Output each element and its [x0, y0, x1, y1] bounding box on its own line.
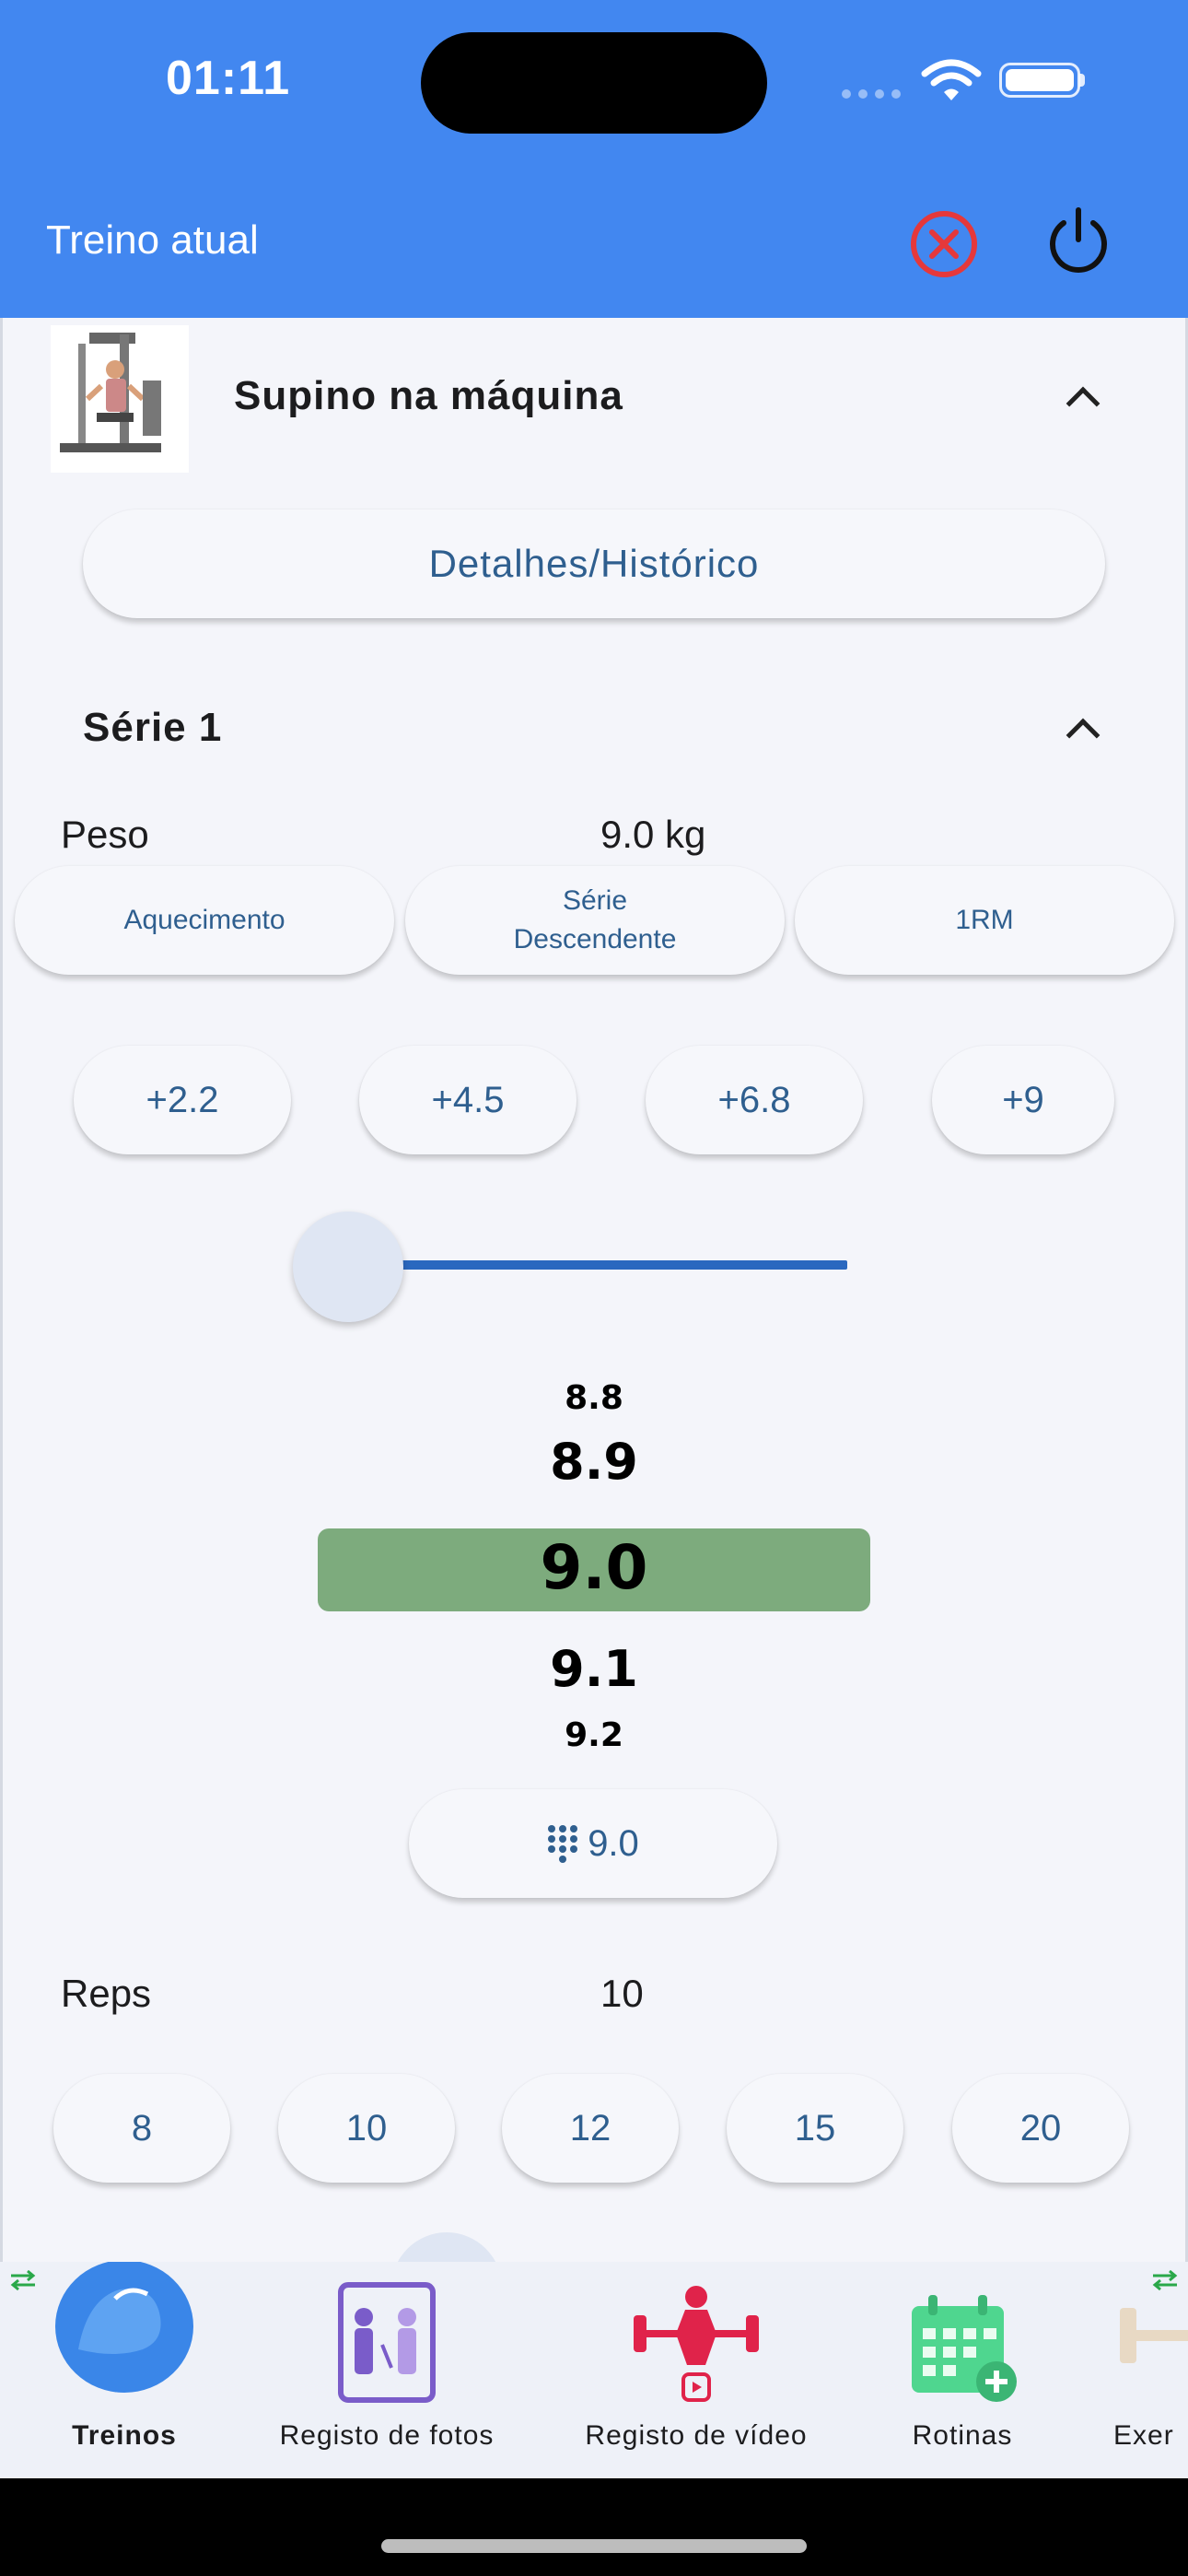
mirror-photo-icon: [338, 2282, 436, 2403]
cellular-signal-icon: [842, 89, 901, 99]
nav-label: Registo de vídeo: [585, 2420, 808, 2451]
nav-item-photo-log[interactable]: Registo de fotos: [267, 2262, 507, 2478]
bottom-navigation[interactable]: Treinos Registo de fotos Registo de víde…: [0, 2262, 1188, 2478]
keypad-value: 9.0: [588, 1822, 639, 1864]
reps-value: 10: [600, 1972, 644, 2015]
nav-item-treinos[interactable]: Treinos: [37, 2262, 212, 2478]
dialpad-icon: [548, 1825, 578, 1863]
content-border-left: [0, 318, 3, 2262]
warmup-tag-button[interactable]: Aquecimento: [15, 866, 394, 975]
battery-icon: [999, 63, 1080, 98]
weight-picker-option[interactable]: 8.8: [0, 1379, 1188, 1417]
reps-option-button[interactable]: 15: [727, 2074, 903, 2183]
weight-picker-selected[interactable]: 9.0: [0, 1532, 1188, 1603]
exercise-name: Supino na máquina: [234, 373, 623, 418]
weight-picker-option[interactable]: 9.2: [0, 1716, 1188, 1754]
cancel-workout-icon[interactable]: [907, 207, 981, 281]
drop-set-label-line1: Série: [562, 885, 628, 916]
details-history-button[interactable]: Detalhes/Histórico: [83, 509, 1105, 618]
weightlifter-video-icon: [634, 2286, 759, 2402]
chest-press-machine-icon: [60, 333, 161, 452]
weight-label: Peso: [61, 813, 149, 856]
reps-option-button[interactable]: 8: [53, 2074, 230, 2183]
weight-slider-thumb[interactable]: [293, 1212, 403, 1322]
weight-picker-option[interactable]: 8.9: [0, 1433, 1188, 1491]
exercise-thumbnail: [51, 325, 189, 473]
collapse-exercise-chevron-up-icon[interactable]: [1066, 386, 1101, 421]
reps-slider-thumb[interactable]: [391, 2232, 502, 2262]
set-title: Série 1: [83, 705, 223, 750]
collapse-set-chevron-up-icon[interactable]: [1066, 718, 1101, 753]
nav-label: Registo de fotos: [279, 2420, 495, 2451]
calendar-add-icon: [912, 2295, 1017, 2402]
reps-option-button[interactable]: 10: [278, 2074, 455, 2183]
swap-arrows-icon: [10, 2269, 36, 2291]
home-indicator[interactable]: [381, 2539, 807, 2553]
reps-option-button[interactable]: 20: [952, 2074, 1129, 2183]
one-rep-max-tag-button[interactable]: 1RM: [795, 866, 1174, 975]
weight-picker-option[interactable]: 9.1: [0, 1640, 1188, 1698]
battery-tip: [1079, 74, 1085, 87]
dynamic-island: [421, 32, 767, 134]
increment-button[interactable]: +4.5: [359, 1046, 577, 1154]
nav-item-exercises[interactable]: Exer: [1101, 2262, 1188, 2478]
power-icon[interactable]: [1043, 205, 1113, 278]
increment-button[interactable]: +2.2: [74, 1046, 291, 1154]
reps-label: Reps: [61, 1972, 152, 2015]
workout-content[interactable]: Supino na máquina Detalhes/Histórico Sér…: [0, 318, 1188, 2262]
nav-label: Treinos: [72, 2420, 177, 2451]
nav-item-routines[interactable]: Rotinas: [884, 2262, 1041, 2478]
drop-set-label-line2: Descendente: [513, 924, 677, 954]
increment-button[interactable]: +6.8: [646, 1046, 863, 1154]
increment-button[interactable]: +9: [932, 1046, 1114, 1154]
page-title: Treino atual: [46, 217, 259, 263]
weight-slider-track[interactable]: [396, 1260, 847, 1270]
flexed-bicep-icon: [55, 2262, 193, 2393]
reps-option-button[interactable]: 12: [502, 2074, 679, 2183]
drop-set-tag-button[interactable]: Série Descendente: [405, 866, 785, 975]
nav-item-video-log[interactable]: Registo de vídeo: [569, 2262, 823, 2478]
weight-value: 9.0 kg: [600, 813, 706, 856]
home-bar-area: [0, 2478, 1188, 2576]
status-time: 01:11: [166, 52, 291, 105]
dumbbell-icon: [1120, 2308, 1188, 2363]
wifi-icon: [921, 59, 982, 100]
nav-label: Exer: [1113, 2420, 1174, 2451]
keypad-entry-button[interactable]: 9.0: [409, 1789, 777, 1898]
nav-label: Rotinas: [912, 2420, 1013, 2451]
